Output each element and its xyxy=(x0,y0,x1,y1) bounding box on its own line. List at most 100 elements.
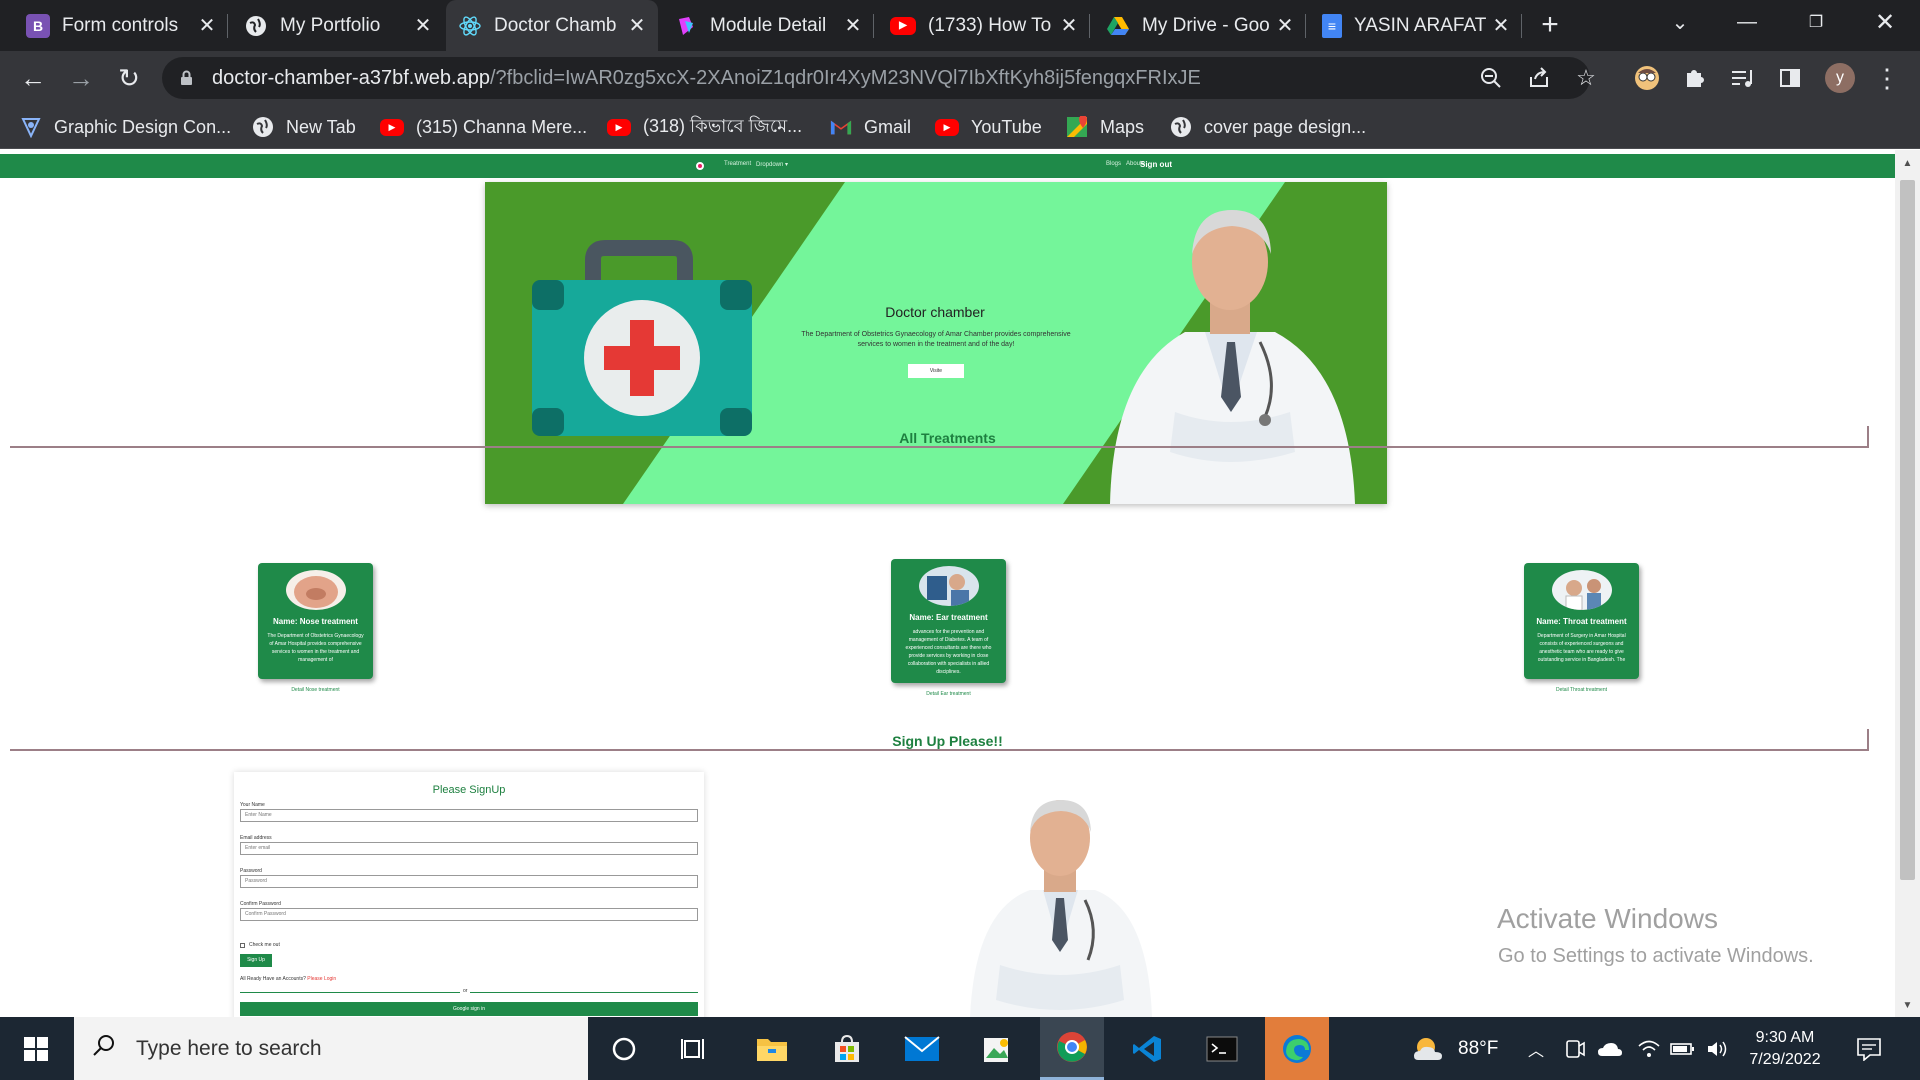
zoom-icon[interactable] xyxy=(1476,63,1506,93)
close-icon[interactable]: ✕ xyxy=(626,13,648,38)
restore-icon[interactable]: ❐ xyxy=(1786,0,1846,44)
tab-title: Doctor Chamb xyxy=(494,14,617,36)
forward-arrow-icon[interactable]: → xyxy=(64,61,98,95)
close-icon[interactable]: ✕ xyxy=(1490,13,1512,38)
tab-module-detail[interactable]: Module Detail ✕ xyxy=(662,0,874,51)
tab-separator xyxy=(1089,14,1090,38)
taskbar-search-box[interactable]: Type here to search xyxy=(74,1017,588,1080)
chrome-icon[interactable] xyxy=(1040,1017,1104,1080)
detail-nose-button[interactable]: Detail Nose treatment xyxy=(284,686,347,694)
show-hidden-icons-icon[interactable]: ︿ xyxy=(1528,1017,1544,1080)
tab-my-drive[interactable]: My Drive - Goo ✕ xyxy=(1094,0,1306,51)
task-view-icon[interactable] xyxy=(663,1017,727,1080)
close-icon[interactable]: ✕ xyxy=(1058,13,1080,38)
share-icon[interactable] xyxy=(1524,63,1554,93)
check-me-out[interactable]: Check me out xyxy=(240,942,280,948)
hero-banner: Doctor chamber The Department of Obstetr… xyxy=(485,182,1387,504)
bookmark-cover-page[interactable]: cover page design... xyxy=(1170,113,1366,141)
bookmark-gmail[interactable]: Gmail xyxy=(830,113,911,141)
vscode-icon[interactable] xyxy=(1115,1017,1179,1080)
checkbox[interactable] xyxy=(240,942,245,948)
tab-yasin-arafat[interactable]: ≡ YASIN ARAFAT ✕ xyxy=(1310,0,1522,51)
media-queue-icon[interactable] xyxy=(1725,61,1759,95)
bookmark-youtube[interactable]: ▶ YouTube xyxy=(935,113,1042,141)
please-login-link[interactable]: Please Login xyxy=(307,976,336,982)
tab-title: Module Detail xyxy=(710,14,827,36)
page-scrollbar[interactable]: ▲ ▼ xyxy=(1895,150,1920,1017)
volume-icon[interactable] xyxy=(1706,1017,1730,1080)
side-panel-icon[interactable] xyxy=(1773,61,1807,95)
bookmark-graphic-design[interactable]: Graphic Design Con... xyxy=(20,113,231,141)
name-input[interactable]: Enter Name xyxy=(240,809,698,822)
taskbar-clock[interactable]: 9:30 AM 7/29/2022 xyxy=(1730,1027,1840,1071)
site-logo[interactable] xyxy=(696,162,704,170)
address-bar[interactable]: doctor-chamber-a37bf.web.app /?fbclid=Iw… xyxy=(162,57,1590,99)
onedrive-icon[interactable] xyxy=(1597,1017,1623,1080)
kebab-menu-icon[interactable]: ⋮ xyxy=(1870,61,1904,95)
tab-doctor-chamber[interactable]: Doctor Chamb ✕ xyxy=(446,0,658,51)
scrollbar-thumb[interactable] xyxy=(1900,180,1915,880)
bookmark-label: Graphic Design Con... xyxy=(54,116,232,137)
treatment-description: Department of Surgery in Amar Hospital c… xyxy=(1537,633,1626,663)
password-input[interactable]: Password xyxy=(240,875,698,888)
microsoft-store-icon[interactable] xyxy=(815,1017,879,1080)
close-icon[interactable]: ✕ xyxy=(842,13,864,38)
close-icon[interactable]: ✕ xyxy=(196,13,218,38)
nav-dropdown[interactable]: Dropdown ▾ xyxy=(756,161,788,168)
tab-my-portfolio[interactable]: My Portfolio ✕ xyxy=(232,0,444,51)
bookmark-maps[interactable]: Maps xyxy=(1066,113,1144,141)
sign-up-button[interactable]: Sign Up xyxy=(240,954,272,967)
email-input[interactable]: Enter email xyxy=(240,842,698,855)
extension-avatar-icon[interactable] xyxy=(1630,61,1664,95)
google-sign-in-button[interactable]: Google sign in xyxy=(240,1002,698,1016)
close-window-icon[interactable]: ✕ xyxy=(1855,0,1915,44)
tab-title: My Portfolio xyxy=(280,14,381,36)
nav-treatment-link[interactable]: Treatment xyxy=(724,161,751,167)
signup-form-title: Please SignUp xyxy=(432,784,506,796)
bookmark-bangla-video[interactable]: ▶ (318) কিভাবে জিমে... xyxy=(607,113,802,141)
minimize-icon[interactable]: — xyxy=(1717,0,1777,44)
bookmark-new-tab[interactable]: New Tab xyxy=(252,113,356,141)
drive-icon xyxy=(1106,14,1130,38)
confirm-password-label: Confirm Password xyxy=(240,901,281,907)
meet-now-icon[interactable] xyxy=(1564,1017,1586,1080)
notifications-icon[interactable] xyxy=(1856,1017,1882,1080)
scroll-down-arrow-icon[interactable]: ▼ xyxy=(1902,1000,1913,1011)
search-icon xyxy=(92,1033,116,1064)
visit-button[interactable]: Visite xyxy=(908,364,964,378)
file-explorer-icon[interactable] xyxy=(740,1017,804,1080)
edge-icon[interactable] xyxy=(1265,1017,1329,1080)
tab-form-controls[interactable]: B Form controls ✕ xyxy=(14,0,228,51)
page-viewport: Treatment Dropdown ▾ Blogs Aboute Sign o… xyxy=(0,150,1895,1017)
start-button[interactable] xyxy=(0,1017,72,1080)
sign-out-link[interactable]: Sign out xyxy=(1140,160,1172,169)
tab-youtube-how-to[interactable]: ▶ (1733) How To ✕ xyxy=(878,0,1090,51)
back-arrow-icon[interactable]: ← xyxy=(16,61,50,95)
tab-search-chevron-icon[interactable]: ⌄ xyxy=(1650,0,1710,44)
detail-throat-button[interactable]: Detail Throat treatment xyxy=(1550,686,1613,694)
new-tab-button[interactable]: + xyxy=(1535,8,1565,42)
confirm-password-input[interactable]: Confirm Password xyxy=(240,908,698,921)
bookmark-star-icon[interactable]: ☆ xyxy=(1571,63,1601,93)
nav-blogs-link[interactable]: Blogs xyxy=(1106,161,1121,167)
weather-widget[interactable]: 88°F xyxy=(1412,1017,1498,1080)
scroll-up-arrow-icon[interactable]: ▲ xyxy=(1902,158,1913,169)
mail-icon[interactable] xyxy=(890,1017,954,1080)
bookmark-channa-mere[interactable]: ▶ (315) Channa Mere... xyxy=(380,113,587,141)
wifi-icon[interactable] xyxy=(1637,1017,1661,1080)
photo-app-icon[interactable] xyxy=(965,1017,1029,1080)
cortana-icon[interactable] xyxy=(592,1017,656,1080)
detail-ear-button[interactable]: Detail Ear treatment xyxy=(917,690,980,698)
profile-avatar[interactable]: y xyxy=(1825,63,1855,93)
terminal-icon[interactable] xyxy=(1190,1017,1254,1080)
name-label: Your Name xyxy=(240,802,265,808)
treatment-card-ear: Name: Ear treatment advances for the pre… xyxy=(891,559,1006,698)
reload-icon[interactable]: ↻ xyxy=(112,61,146,95)
tab-separator xyxy=(1521,14,1522,38)
battery-icon[interactable] xyxy=(1670,1017,1696,1080)
close-icon[interactable]: ✕ xyxy=(1274,13,1296,38)
extensions-puzzle-icon[interactable] xyxy=(1677,61,1711,95)
close-icon[interactable]: ✕ xyxy=(412,13,434,38)
hero-description: The Department of Obstetrics Gynaecology… xyxy=(801,331,1071,348)
checkbox-label: Check me out xyxy=(249,942,280,948)
